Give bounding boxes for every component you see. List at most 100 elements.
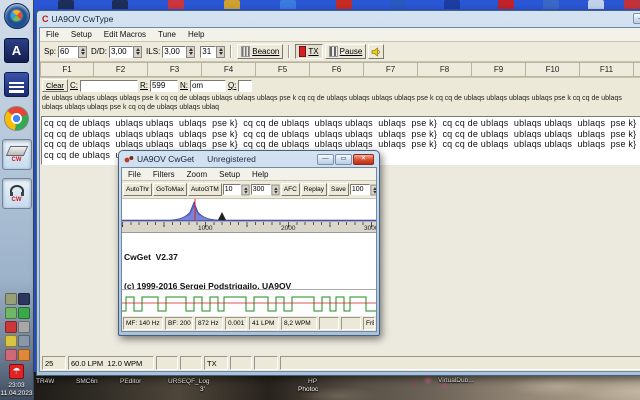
- cwget-menu-file[interactable]: File: [122, 170, 147, 179]
- cwget-menu-help[interactable]: Help: [246, 170, 274, 179]
- cwget-spinner-2[interactable]: [271, 184, 279, 195]
- desktop-icon-top[interactable]: [58, 0, 74, 9]
- desktop-icon-top[interactable]: [112, 0, 128, 9]
- decoded-text-area[interactable]: CwGet V2.37 (c) 1999-2016 Sergei Podstri…: [122, 233, 376, 289]
- fkey-button-f5[interactable]: F5: [256, 62, 310, 77]
- signal-level-display[interactable]: [122, 289, 376, 316]
- fkey-button-f8[interactable]: F8: [418, 62, 472, 77]
- tray-icon[interactable]: [18, 293, 30, 305]
- tx-button[interactable]: TX: [295, 44, 322, 59]
- cwtype-menu-tune[interactable]: Tune: [152, 30, 182, 39]
- tray-icon[interactable]: [5, 335, 17, 347]
- rst-field[interactable]: [150, 80, 178, 92]
- desktop-icon-top[interactable]: [543, 0, 559, 9]
- cwget-spinbox-3[interactable]: [350, 184, 370, 195]
- tray-icon[interactable]: [5, 349, 17, 361]
- cwget-maximize-button[interactable]: ▭: [335, 154, 352, 165]
- sound-button[interactable]: [368, 44, 384, 59]
- spectrum-display[interactable]: [122, 199, 376, 222]
- desktop-icon-top[interactable]: [168, 0, 184, 9]
- desktop-icon-top[interactable]: [498, 0, 514, 9]
- qth-field[interactable]: [238, 80, 252, 92]
- beacon-button[interactable]: Beacon: [237, 44, 283, 59]
- desktop-icon-top[interactable]: [224, 0, 240, 9]
- cwtype-menu-file[interactable]: File: [40, 30, 65, 39]
- cwget-titlebar[interactable]: UA9OV CwGet Unregistered — ▭ ✕: [121, 151, 377, 167]
- fkey-button-f12[interactable]: F12: [634, 62, 640, 77]
- tray-icon[interactable]: [18, 321, 30, 333]
- cwget-menu-setup[interactable]: Setup: [213, 170, 246, 179]
- gotomax-button[interactable]: GoToMax: [153, 183, 187, 196]
- status-cell: [341, 317, 361, 330]
- start-button[interactable]: [4, 3, 30, 29]
- fkey-button-f7[interactable]: F7: [364, 62, 418, 77]
- pause-button[interactable]: Pause: [325, 44, 367, 59]
- fkey-button-f3[interactable]: F3: [148, 62, 202, 77]
- cwtype-minimize-button[interactable]: —: [633, 13, 640, 24]
- cwget-menu-zoom[interactable]: Zoom: [181, 170, 213, 179]
- cwtype-menu-setup[interactable]: Setup: [65, 30, 98, 39]
- fkey-button-f9[interactable]: F9: [472, 62, 526, 77]
- desktop-icon-label[interactable]: Photoc: [298, 386, 318, 393]
- cwget-spinbox-1[interactable]: [223, 184, 241, 195]
- desktop-icon-label[interactable]: HP: [308, 378, 317, 385]
- fkey-button-f10[interactable]: F10: [526, 62, 580, 77]
- taskbar-cwget-button[interactable]: CW: [2, 178, 32, 209]
- dash-dot-input[interactable]: [109, 46, 133, 58]
- taskbar-save-app-icon[interactable]: [4, 72, 29, 97]
- frequency-scale[interactable]: 1000 2000 3000: [122, 222, 376, 233]
- letter-spacing-input[interactable]: [162, 46, 186, 58]
- weight-input[interactable]: [200, 46, 216, 58]
- desktop-icon-top[interactable]: [280, 0, 296, 9]
- desktop-icon-top[interactable]: [444, 0, 460, 9]
- desktop-icon-top[interactable]: [336, 0, 352, 9]
- fkey-button-f11[interactable]: F11: [580, 62, 634, 77]
- cwget-close-button[interactable]: ✕: [353, 154, 374, 165]
- status-cell: [156, 356, 178, 370]
- desktop-icon-label[interactable]: SMC6n: [76, 378, 98, 385]
- desktop-icon-label[interactable]: VirtualDub...: [438, 377, 474, 384]
- desktop-icon-label[interactable]: PEditor: [120, 378, 141, 385]
- tray-icon[interactable]: [18, 335, 30, 347]
- dash-dot-spinner[interactable]: [133, 46, 142, 58]
- chrome-icon[interactable]: [4, 106, 29, 131]
- tray-icon[interactable]: [18, 307, 30, 319]
- tray-icon[interactable]: [18, 349, 30, 361]
- fkey-button-f4[interactable]: F4: [202, 62, 256, 77]
- cwtype-menu-edit-macros[interactable]: Edit Macros: [98, 30, 152, 39]
- tray-icon[interactable]: [5, 307, 17, 319]
- desktop-icon-top[interactable]: [588, 0, 604, 9]
- desktop-icon-top[interactable]: [624, 0, 640, 9]
- fkey-button-f1[interactable]: F1: [40, 62, 94, 77]
- taskbar-app-a-icon[interactable]: A: [4, 38, 29, 63]
- callsign-field[interactable]: [80, 80, 138, 92]
- weight-spinner[interactable]: [216, 46, 225, 58]
- desktop-icon-top[interactable]: [390, 0, 406, 9]
- antivirus-tray-icon[interactable]: ☂: [9, 364, 24, 379]
- cwget-menu-filters[interactable]: Filters: [147, 170, 181, 179]
- desktop-icon-label[interactable]: 3': [200, 386, 205, 393]
- tray-icon[interactable]: [5, 293, 17, 305]
- autogtm-button[interactable]: AutoGTM: [188, 183, 222, 196]
- cwget-spinbox-2[interactable]: [251, 184, 271, 195]
- cwtype-menu-help[interactable]: Help: [182, 30, 210, 39]
- cwtype-titlebar[interactable]: C UA9OV CwType —: [39, 11, 640, 27]
- cwget-spinner-1[interactable]: [241, 184, 249, 195]
- cwget-spinner-3[interactable]: [370, 184, 376, 195]
- replay-button[interactable]: Replay: [301, 183, 327, 196]
- save-button[interactable]: Save: [328, 183, 349, 196]
- fkey-button-f6[interactable]: F6: [310, 62, 364, 77]
- autothr-button[interactable]: AutoThr: [123, 183, 152, 196]
- afc-button[interactable]: AFC: [281, 183, 300, 196]
- speed-spinner[interactable]: [78, 46, 87, 58]
- desktop-icon-label[interactable]: URSEQF_Log: [168, 378, 210, 385]
- taskbar-cwtype-button[interactable]: CW: [2, 139, 32, 170]
- desktop-icon-label[interactable]: TR4W: [36, 378, 54, 385]
- letter-spacing-spinner[interactable]: [186, 46, 195, 58]
- name-field[interactable]: [190, 80, 226, 92]
- speed-input[interactable]: [58, 46, 78, 58]
- clear-button[interactable]: Clear: [42, 79, 68, 92]
- fkey-button-f2[interactable]: F2: [94, 62, 148, 77]
- tray-icon[interactable]: [5, 321, 17, 333]
- cwget-minimize-button[interactable]: —: [317, 154, 334, 165]
